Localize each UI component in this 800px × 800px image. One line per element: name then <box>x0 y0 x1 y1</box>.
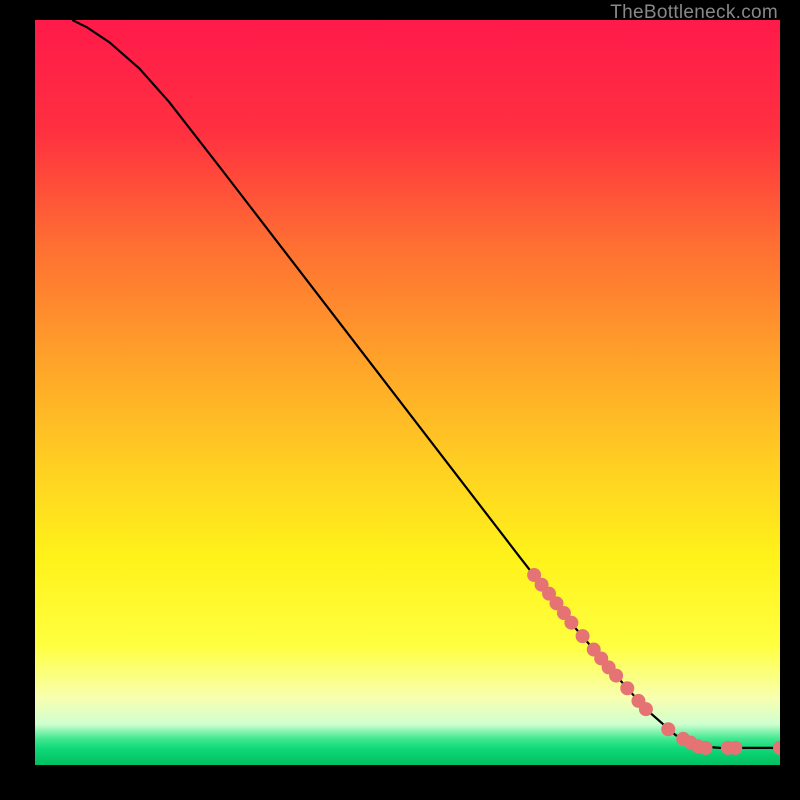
attribution-text: TheBottleneck.com <box>610 2 778 24</box>
data-marker <box>609 669 623 683</box>
chart-background <box>35 20 780 765</box>
data-marker <box>699 741 713 755</box>
data-marker <box>728 741 742 755</box>
data-marker <box>576 629 590 643</box>
data-marker <box>620 681 634 695</box>
chart-svg <box>35 20 780 765</box>
data-marker <box>639 702 653 716</box>
chart-frame <box>35 20 780 780</box>
data-marker <box>564 616 578 630</box>
chart-plot <box>35 20 780 765</box>
data-marker <box>661 722 675 736</box>
